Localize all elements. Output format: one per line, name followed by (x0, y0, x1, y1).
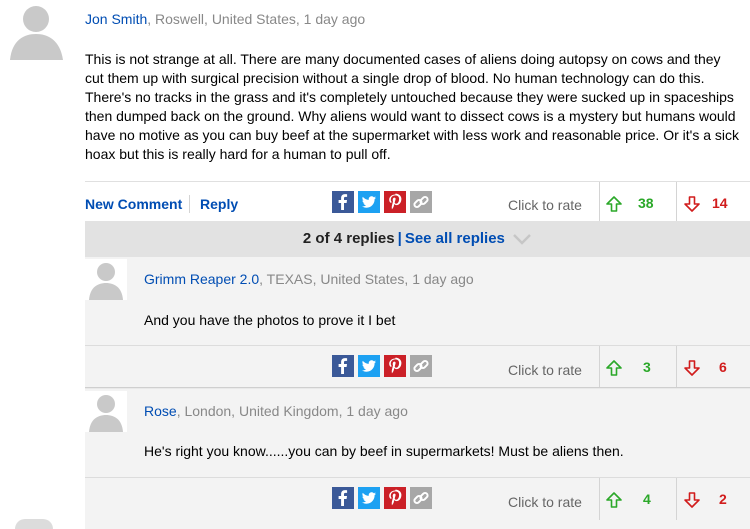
author-meta: , Roswell, United States, 1 day ago (147, 11, 366, 27)
author-meta: , London, United Kingdom, 1 day ago (176, 403, 408, 419)
rate-button[interactable]: Click to rate (508, 494, 582, 510)
avatar[interactable] (15, 519, 53, 529)
upvote-button[interactable]: 3 (605, 359, 665, 379)
twitter-icon[interactable] (358, 487, 380, 509)
downvote-count: 6 (719, 359, 727, 375)
upvote-count: 3 (643, 359, 651, 375)
downvote-count: 2 (719, 491, 727, 507)
upvote-button[interactable]: 4 (605, 491, 665, 511)
rate-divider (599, 346, 600, 388)
upvote-count: 38 (638, 195, 654, 211)
link-icon[interactable] (410, 487, 432, 509)
reply-button[interactable]: Reply (200, 196, 238, 212)
twitter-icon[interactable] (358, 355, 380, 377)
pinterest-icon[interactable] (384, 191, 406, 213)
rate-button[interactable]: Click to rate (508, 197, 582, 213)
author-meta: , TEXAS, United States, 1 day ago (259, 271, 474, 287)
facebook-icon[interactable] (332, 355, 354, 377)
facebook-icon[interactable] (332, 191, 354, 213)
downvote-button[interactable]: 2 (683, 491, 743, 511)
replies-header-divider: | (397, 230, 402, 247)
rate-divider (599, 478, 600, 520)
arrow-down-icon (684, 360, 700, 376)
replies-header: 2 of 4 replies | See all replies (85, 221, 750, 257)
arrow-up-icon (606, 196, 622, 212)
comment-author-line: Jon Smith, Roswell, United States, 1 day… (85, 11, 365, 27)
vote-divider (676, 346, 677, 388)
downvote-button[interactable]: 14 (683, 195, 743, 215)
pinterest-icon[interactable] (384, 355, 406, 377)
upvote-button[interactable]: 38 (605, 195, 665, 215)
reply-item: Grimm Reaper 2.0, TEXAS, United States, … (85, 257, 750, 388)
arrow-down-icon (684, 196, 700, 212)
vote-divider (676, 478, 677, 520)
new-comment-button[interactable]: New Comment (85, 196, 182, 212)
author-name-link[interactable]: Jon Smith (85, 11, 147, 27)
reply-body: He's right you know......you can by beef… (144, 443, 624, 459)
pinterest-icon[interactable] (384, 487, 406, 509)
reply-action-bar: Click to rate 3 6 (85, 345, 750, 388)
upvote-count: 4 (643, 491, 651, 507)
downvote-button[interactable]: 6 (683, 359, 743, 379)
avatar[interactable] (4, 0, 69, 60)
reply-action-bar: Click to rate 4 2 (85, 477, 750, 520)
reply-author-line: Grimm Reaper 2.0, TEXAS, United States, … (144, 271, 474, 287)
facebook-icon[interactable] (332, 487, 354, 509)
arrow-up-icon (606, 360, 622, 376)
reply-author-line: Rose, London, United Kingdom, 1 day ago (144, 403, 408, 419)
downvote-count: 14 (712, 195, 728, 211)
replies-count: 2 of 4 replies (302, 230, 395, 247)
reply-item: Rose, London, United Kingdom, 1 day ago … (85, 389, 750, 529)
twitter-icon[interactable] (358, 191, 380, 213)
author-name-link[interactable]: Rose (144, 403, 177, 419)
rate-button[interactable]: Click to rate (508, 362, 582, 378)
comment-action-bar: New Comment Reply Click to rate 38 14 (85, 181, 750, 224)
reply-divider (85, 387, 750, 388)
vote-divider (676, 182, 677, 224)
arrow-up-icon (606, 492, 622, 508)
author-name-link[interactable]: Grimm Reaper 2.0 (144, 271, 259, 287)
link-icon[interactable] (410, 191, 432, 213)
arrow-down-icon (684, 492, 700, 508)
see-all-replies-link[interactable]: See all replies (405, 230, 505, 247)
link-icon[interactable] (410, 355, 432, 377)
chevron-down-icon[interactable] (512, 233, 532, 245)
comment-body: This is not strange at all. There are ma… (85, 51, 739, 162)
replies-section: 2 of 4 replies | See all replies Grimm Rea… (85, 221, 750, 529)
action-divider (189, 195, 190, 213)
reply-body: And you have the photos to prove it I be… (144, 312, 396, 328)
avatar[interactable] (85, 391, 127, 432)
rate-divider (599, 182, 600, 224)
avatar[interactable] (85, 259, 127, 300)
comments-page: Jon Smith, Roswell, United States, 1 day… (0, 0, 750, 529)
